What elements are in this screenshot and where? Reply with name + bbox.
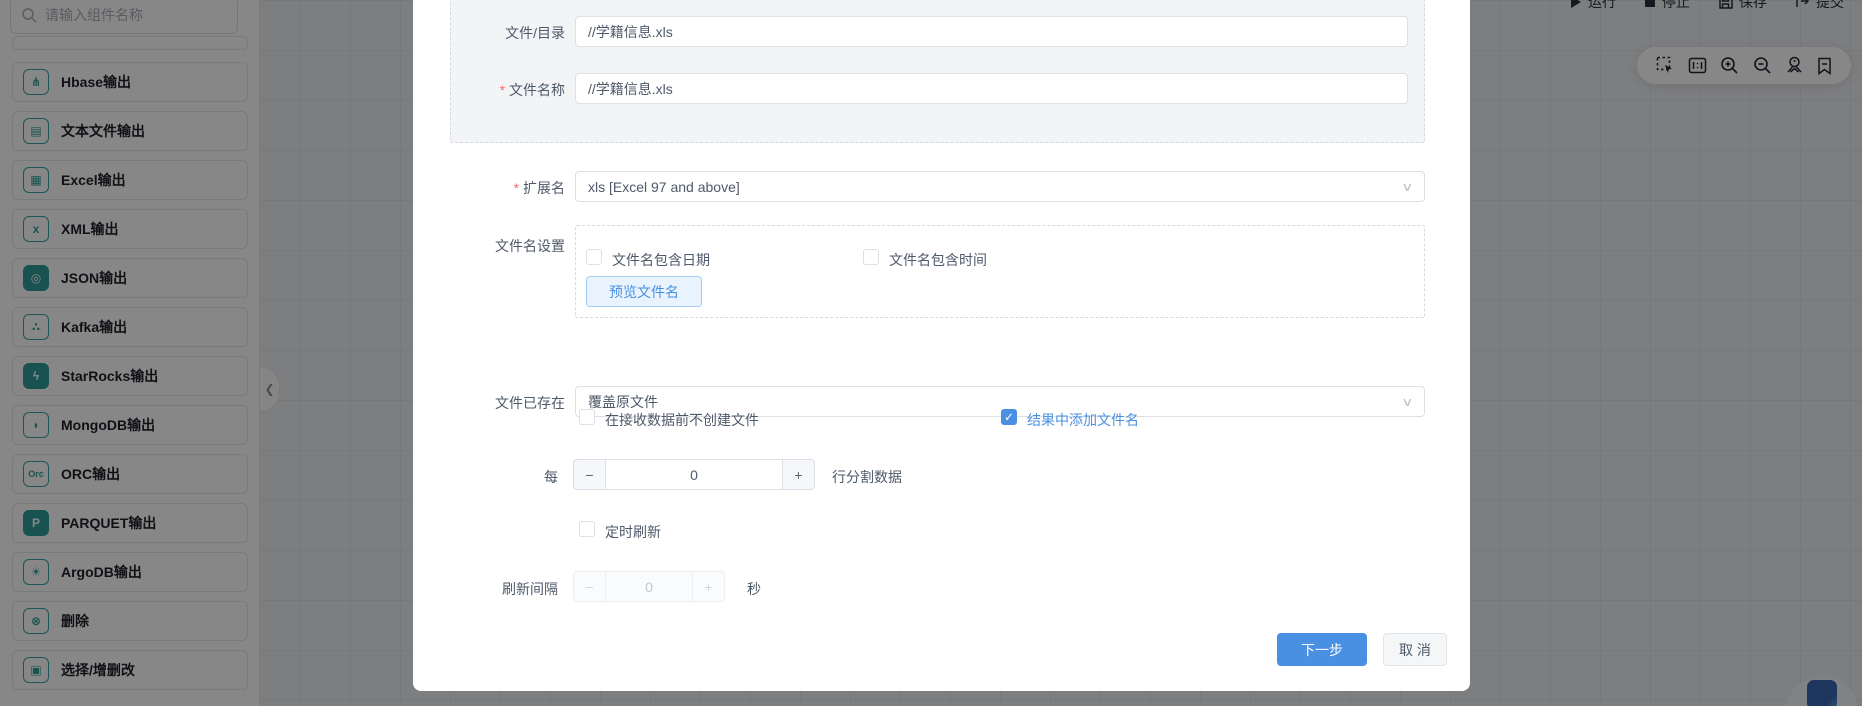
extension-label: 扩展名 xyxy=(413,178,565,198)
add-filename-to-result-label: 结果中添加文件名 xyxy=(1027,412,1139,428)
file-dir-label: 文件/目录 xyxy=(505,25,565,41)
include-time-checkbox[interactable] xyxy=(863,249,879,265)
extension-value: xls [Excel 97 and above] xyxy=(588,178,740,195)
file-name-input[interactable] xyxy=(575,73,1408,104)
add-filename-to-result-checkbox[interactable]: ✓ xyxy=(1001,409,1017,425)
scheduled-refresh-label: 定时刷新 xyxy=(605,524,661,540)
no-create-before-receive-checkbox[interactable] xyxy=(579,409,595,425)
scheduled-refresh-checkbox[interactable] xyxy=(579,521,595,537)
refresh-interval-label: 刷新间隔 xyxy=(502,581,558,597)
split-every-suffix: 行分割数据 xyxy=(832,469,902,485)
stepper-minus-button: − xyxy=(573,571,605,602)
preview-filename-button[interactable]: 预览文件名 xyxy=(586,276,702,307)
include-date-checkbox[interactable] xyxy=(586,249,602,265)
no-create-before-receive-label: 在接收数据前不创建文件 xyxy=(605,412,759,428)
refresh-interval-value: 0 xyxy=(605,571,693,602)
excel-output-dialog: 文件/目录 文件名称 扩展名 xls [Excel 97 and above] … xyxy=(413,0,1470,691)
split-rows-value[interactable]: 0 xyxy=(605,459,783,490)
split-rows-stepper: − 0 + xyxy=(573,459,815,490)
split-every-prefix: 每 xyxy=(544,469,558,485)
refresh-interval-unit: 秒 xyxy=(747,581,761,597)
refresh-interval-stepper: − 0 + xyxy=(573,571,725,602)
include-time-label: 文件名包含时间 xyxy=(889,252,987,268)
stepper-plus-button: + xyxy=(693,571,725,602)
filename-settings-label: 文件名设置 xyxy=(495,238,565,254)
stepper-minus-button[interactable]: − xyxy=(573,459,605,490)
chevron-down-icon: ∨ xyxy=(1401,394,1414,409)
file-exists-value: 覆盖原文件 xyxy=(588,393,658,410)
next-step-button[interactable]: 下一步 xyxy=(1277,633,1367,666)
chevron-down-icon: ∨ xyxy=(1401,179,1414,194)
check-icon: ✓ xyxy=(1003,410,1015,424)
include-date-label: 文件名包含日期 xyxy=(612,252,710,268)
cancel-button[interactable]: 取 消 xyxy=(1383,633,1447,666)
extension-select[interactable]: xls [Excel 97 and above] ∨ xyxy=(575,171,1425,202)
file-exists-label: 文件已存在 xyxy=(495,395,565,411)
app-canvas: 运行 停止 保存 提交 ⋔Hbase输出▤文本文件输出▦Excel输出xXML输… xyxy=(0,0,1862,706)
filename-settings-box: 文件名包含日期 文件名包含时间 预览文件名 xyxy=(575,225,1425,318)
file-name-label: 文件名称 xyxy=(413,80,565,100)
stepper-plus-button[interactable]: + xyxy=(783,459,815,490)
file-dir-input[interactable] xyxy=(575,16,1408,47)
